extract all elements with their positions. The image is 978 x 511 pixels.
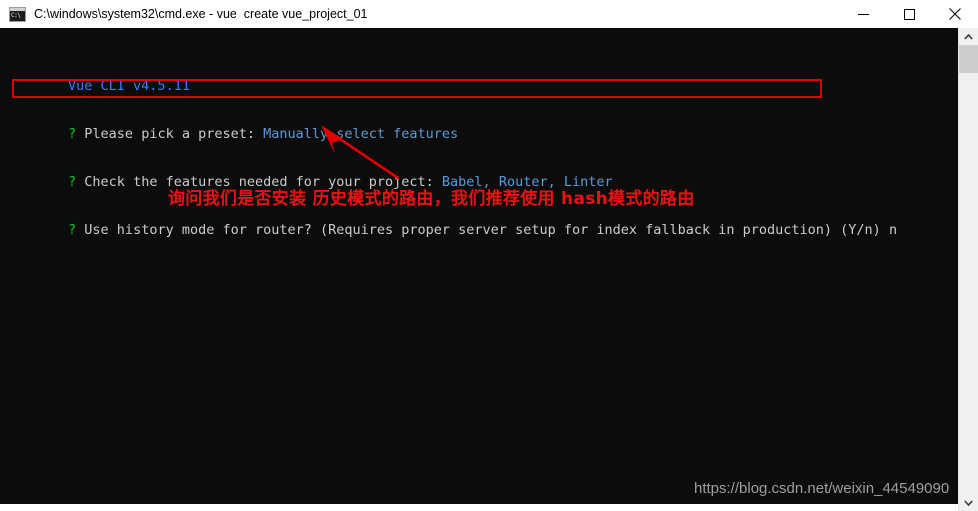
watermark-url: https://blog.csdn.net/weixin_44549090: [694, 480, 950, 497]
scroll-down-button[interactable]: [959, 494, 978, 511]
window-controls: [840, 0, 978, 28]
vertical-scrollbar[interactable]: [958, 28, 978, 511]
maximize-button[interactable]: [886, 0, 932, 28]
close-icon: [949, 8, 961, 20]
terminal-line-version: Vue CLI v4.5.11: [3, 62, 897, 94]
terminal-line-features: ? Check the features needed for your pro…: [3, 158, 897, 190]
window-title: C:\windows\system32\cmd.exe - vue create…: [34, 7, 368, 21]
chevron-up-icon: [964, 33, 973, 40]
scroll-up-button[interactable]: [959, 28, 978, 45]
scrollbar-track[interactable]: [959, 73, 978, 494]
minimize-button[interactable]: [840, 0, 886, 28]
history-mode-question-text: Use history mode for router? (Requires p…: [84, 222, 898, 238]
prompt-marker-icon: ?: [68, 174, 85, 190]
annotation-note: 询问我们是否安装 历史模式的路由，我们推荐使用 hash模式的路由: [168, 189, 695, 209]
minimize-icon: [857, 13, 869, 15]
terminal-output-area[interactable]: Vue CLI v4.5.11 ? Please pick a preset: …: [0, 28, 978, 504]
terminal-line-preset: ? Please pick a preset: Manually select …: [3, 110, 897, 142]
chevron-down-icon: [964, 499, 973, 506]
close-button[interactable]: [932, 0, 978, 28]
vue-cli-version-text: Vue CLI v4.5.11: [68, 78, 190, 94]
title-bar: C:\ C:\windows\system32\cmd.exe - vue cr…: [0, 0, 978, 28]
maximize-icon: [903, 8, 915, 20]
preset-question-text: Please pick a preset:: [84, 126, 264, 142]
scrollbar-thumb[interactable]: [959, 45, 978, 73]
cmd-console-icon: C:\: [9, 6, 26, 22]
prompt-marker-icon: ?: [68, 222, 85, 238]
prompt-marker-icon: ?: [68, 126, 85, 142]
terminal-text: Vue CLI v4.5.11 ? Please pick a preset: …: [3, 30, 897, 254]
pointer-arrow: [321, 125, 400, 180]
cmd-window: C:\ C:\windows\system32\cmd.exe - vue cr…: [0, 0, 978, 511]
cmd-console-icon-label: C:\: [11, 11, 21, 19]
